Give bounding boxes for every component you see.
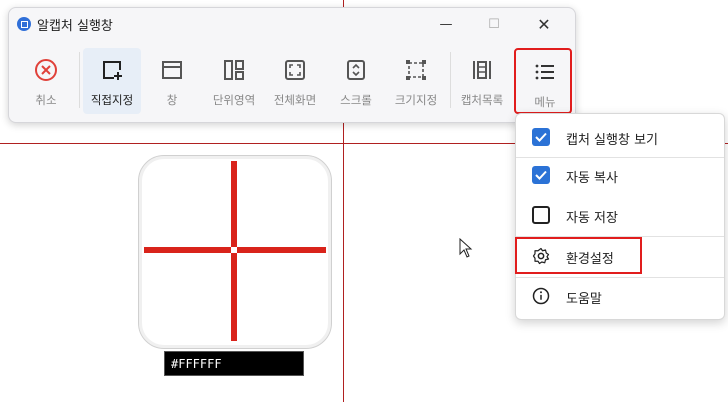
scroll-icon bbox=[347, 60, 365, 80]
fullscreen-icon bbox=[285, 60, 305, 80]
hamburger-icon bbox=[535, 64, 554, 80]
menu-item-auto-save[interactable]: 자동 저장 bbox=[516, 196, 724, 234]
window-title: 알캡처 실행창 bbox=[37, 19, 113, 34]
toolbar-divider bbox=[450, 52, 451, 108]
fixed-size-button[interactable]: 크기지정 bbox=[387, 48, 445, 114]
minimize-button[interactable]: — bbox=[423, 8, 469, 40]
capture-toolbar: 취소 직접지정 창 단위영역 전체화면 스크롤 크기지정 캡처목록 메뉴 bbox=[9, 48, 575, 116]
menu-label: 메뉴 bbox=[534, 95, 556, 109]
preferences-highlight-box bbox=[515, 237, 642, 274]
menu-item-help[interactable]: 도움말 bbox=[516, 277, 724, 315]
toolbar-divider bbox=[79, 52, 80, 108]
window-icon bbox=[162, 61, 182, 79]
window-capture-button[interactable]: 창 bbox=[143, 48, 201, 114]
unit-region-label: 단위영역 bbox=[212, 93, 256, 107]
unit-region-button[interactable]: 단위영역 bbox=[205, 48, 263, 114]
menu-item-show-launcher[interactable]: 캡처 실행창 보기 bbox=[516, 118, 724, 156]
title-bar[interactable]: 알캡처 실행창 — ☐ ✕ bbox=[9, 8, 575, 40]
checkbox-unchecked-icon[interactable] bbox=[532, 206, 550, 224]
capture-launcher-window: 알캡처 실행창 — ☐ ✕ 취소 직접지정 창 단위영역 전체화면 스크롤 크기… bbox=[8, 7, 576, 123]
cancel-button[interactable]: 취소 bbox=[17, 48, 75, 114]
fixed-size-icon bbox=[406, 60, 426, 80]
fullscreen-button[interactable]: 전체화면 bbox=[266, 48, 324, 114]
cancel-icon bbox=[35, 59, 57, 81]
menu-item-label: 자동 복사 bbox=[566, 171, 618, 186]
fixed-size-label: 크기지정 bbox=[394, 93, 438, 107]
magnifier-center-pixel bbox=[231, 247, 237, 253]
window-capture-label: 창 bbox=[166, 93, 178, 107]
menu-dropdown: 캡처 실행창 보기 자동 복사 자동 저장 환경설정 도움말 bbox=[515, 113, 725, 320]
info-icon bbox=[532, 287, 550, 305]
scroll-capture-button[interactable]: 스크롤 bbox=[327, 48, 385, 114]
custom-region-button[interactable]: 직접지정 bbox=[83, 48, 141, 114]
custom-region-label: 직접지정 bbox=[90, 93, 134, 107]
menu-item-label: 캡처 실행창 보기 bbox=[566, 133, 658, 148]
close-button[interactable]: ✕ bbox=[521, 8, 567, 40]
menu-button[interactable]: 메뉴 bbox=[514, 48, 572, 114]
capture-list-label: 캡처목록 bbox=[460, 93, 504, 107]
mouse-pointer-icon bbox=[459, 238, 473, 258]
menu-item-label: 도움말 bbox=[566, 292, 602, 307]
checkbox-checked-icon[interactable] bbox=[532, 128, 550, 146]
magnifier-preview bbox=[138, 155, 332, 349]
cancel-label: 취소 bbox=[35, 93, 57, 107]
scroll-capture-label: 스크롤 bbox=[340, 93, 372, 107]
app-logo-icon bbox=[17, 17, 31, 31]
custom-region-icon bbox=[103, 61, 122, 80]
color-hex-readout: #FFFFFF bbox=[164, 351, 304, 376]
menu-item-label: 자동 저장 bbox=[566, 211, 618, 226]
maximize-button[interactable]: ☐ bbox=[471, 8, 517, 40]
fullscreen-label: 전체화면 bbox=[273, 93, 317, 107]
menu-item-auto-copy[interactable]: 자동 복사 bbox=[516, 156, 724, 194]
unit-region-icon bbox=[224, 60, 244, 80]
capture-list-icon bbox=[473, 61, 491, 79]
capture-list-button[interactable]: 캡처목록 bbox=[453, 48, 511, 114]
checkbox-checked-icon[interactable] bbox=[532, 166, 550, 184]
